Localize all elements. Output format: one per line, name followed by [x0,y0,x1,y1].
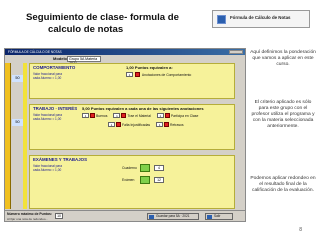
save-icon [149,215,154,219]
exit-button-label: Salir [214,214,221,218]
rounding-hint: Al fijar una nota de redondeo... [7,217,49,221]
cuaderno-stat: 4 [154,165,164,171]
section-points: 5,00 Puntos equivalen a cada una de las … [82,106,204,111]
note-criterio: El criterio aplicado es sólo para este g… [251,100,315,129]
formula-header-box: Fórmula de Cálculo de Notas [212,10,310,28]
bottom-bar: Número máximo de Puntos: Al fijar una no… [5,210,245,221]
max-points-label: Número máximo de Puntos: [7,212,53,216]
exit-icon [207,215,212,219]
flag-checkbox[interactable] [134,72,140,77]
section-info: Valor fraccional para cada Alumno = 1,00 [33,164,62,172]
count-box[interactable]: 1 [156,113,164,118]
section-title: TRABAJO · INTERÉS [33,106,78,111]
slider-rail[interactable] [23,63,27,209]
row-faltas[interactable]: 1 Falta Injustificadas 1 Retrasos [108,122,189,127]
row-cuaderno[interactable]: Cuaderno [122,166,142,170]
formula-header-label: Fórmula de Cálculo de Notas [230,15,291,20]
section-title: COMPORTAMIENTO [33,65,76,70]
max-points-field[interactable]: 10 [55,213,63,219]
save-button-label: Guardar para 5A · 2021 [156,214,190,218]
slide-title-line2: calculo de notas [48,24,124,35]
slide-title: Seguimiento de clase- formula de calculo… [26,12,186,36]
slide-title-line1: Seguimiento de clase- formula de [26,12,180,23]
section-points: 1,00 Puntos equivalen a: [126,65,173,70]
section-comportamiento: COMPORTAMIENTO 1,00 Puntos equivalen a: … [29,63,235,99]
row-label: Exámen [122,178,135,183]
note-redondeo: Podemos aplicar redondeo en el resultado… [250,176,316,193]
flag-checkbox[interactable] [121,113,127,118]
count-box[interactable]: 1 [126,72,133,77]
exit-button[interactable]: Salir [205,213,233,220]
examen-tile[interactable] [140,176,150,184]
save-button[interactable]: Guardar para 5A · 2021 [147,213,199,220]
section-trabajo: TRABAJO · INTERÉS 5,00 Puntos equivalen … [29,104,235,150]
row-label: Buenos [96,113,108,118]
count-box[interactable]: 1 [113,113,121,118]
flag-checkbox[interactable] [90,113,95,118]
row-label: Retrasos [170,122,184,127]
examen-stat: 12 [154,177,164,183]
cuaderno-tile[interactable] [140,164,150,172]
flag-checkbox[interactable] [164,122,170,127]
count-box[interactable]: 1 [156,122,164,127]
window-controls[interactable] [229,50,243,54]
count-box[interactable]: 1 [108,122,115,127]
score-trabajo: 50 [12,119,23,126]
flag-checkbox[interactable] [164,113,170,118]
section-title: EXÁMENES Y TRABAJOS [33,157,88,162]
row-label: Participa en Clase [170,113,199,118]
note-ponderacion: Aquí definimos la ponderación que vamos … [250,50,316,67]
row-anotaciones[interactable]: 1 Anotaciones de Comportamiento [126,72,196,77]
row-examen[interactable]: Exámen [122,178,139,182]
model-row: Modelo: Grupo 5A Materia 2021 [5,55,245,65]
flag-checkbox[interactable] [116,122,121,127]
row-label: Falta Injustificadas [122,122,151,127]
row-label: Cuaderno [122,166,137,171]
section-info: Valor fraccional para cada Alumno = 1,00 [33,113,62,121]
row-label: Anotaciones de Comportamiento [141,72,192,77]
section-examenes: EXÁMENES Y TRABAJOS Valor fraccional par… [29,155,235,209]
app-window: FÓRMULA DE CÁLCULO DE NOTAS Modelo: Grup… [4,48,246,222]
page-number: 8 [299,227,302,233]
left-strip [5,63,11,209]
model-select[interactable]: Grupo 5A Materia 2021 [67,56,101,65]
section-info: Valor fraccional para cada Alumno = 1,00 [33,72,62,80]
score-comportamiento: 50 [12,75,23,82]
count-box[interactable]: 1 [82,113,89,118]
row-buenos[interactable]: 1 Buenos 1 Trae el Material 1 Participa en … [82,113,203,118]
row-label: Trae el Material [127,113,151,118]
app-window-title: FÓRMULA DE CÁLCULO DE NOTAS [8,50,62,54]
formula-icon [217,15,226,24]
